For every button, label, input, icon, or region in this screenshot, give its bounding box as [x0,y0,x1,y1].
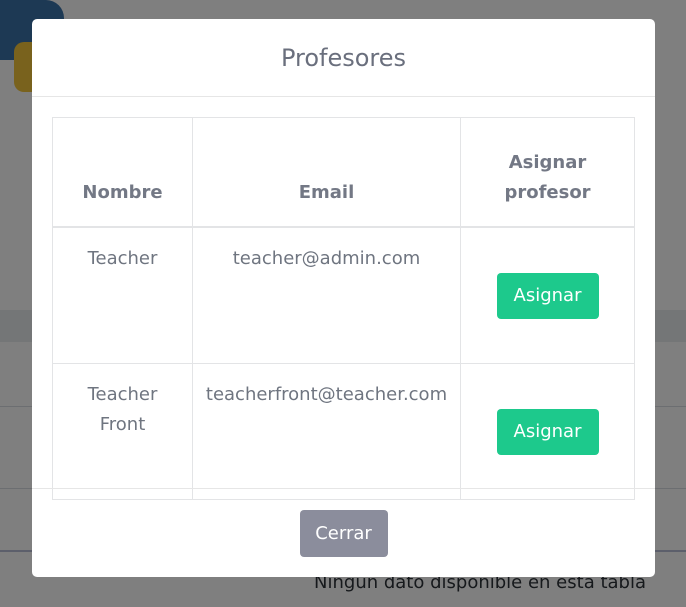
column-header-name: Nombre [52,117,193,228]
table-row: Teacher Front teacherfront@teacher.com A… [52,363,635,500]
teachers-table: Nombre Email Asignar profesor Teacher te… [52,117,635,500]
assign-cell: Asignar [460,363,635,500]
modal-footer: Cerrar [32,488,655,577]
modal-header: Profesores [32,19,655,97]
assign-cell: Asignar [460,226,635,364]
table-header-row: Nombre Email Asignar profesor [52,117,635,228]
column-header-assign: Asignar profesor [460,117,635,228]
teacher-email: teacher@admin.com [192,226,461,364]
modal-title: Profesores [280,43,407,72]
teacher-name: Teacher Front [52,363,193,500]
assign-button[interactable]: Asignar [496,272,599,319]
assign-button[interactable]: Asignar [496,408,599,455]
close-button[interactable]: Cerrar [299,509,388,557]
table-row: Teacher teacher@admin.com Asignar [52,226,635,364]
teachers-modal: Profesores Nombre Email Asignar profesor… [32,19,655,577]
modal-body: Nombre Email Asignar profesor Teacher te… [32,97,655,500]
teacher-email: teacherfront@teacher.com [192,363,461,500]
teacher-name: Teacher [52,226,193,364]
column-header-email: Email [192,117,461,228]
